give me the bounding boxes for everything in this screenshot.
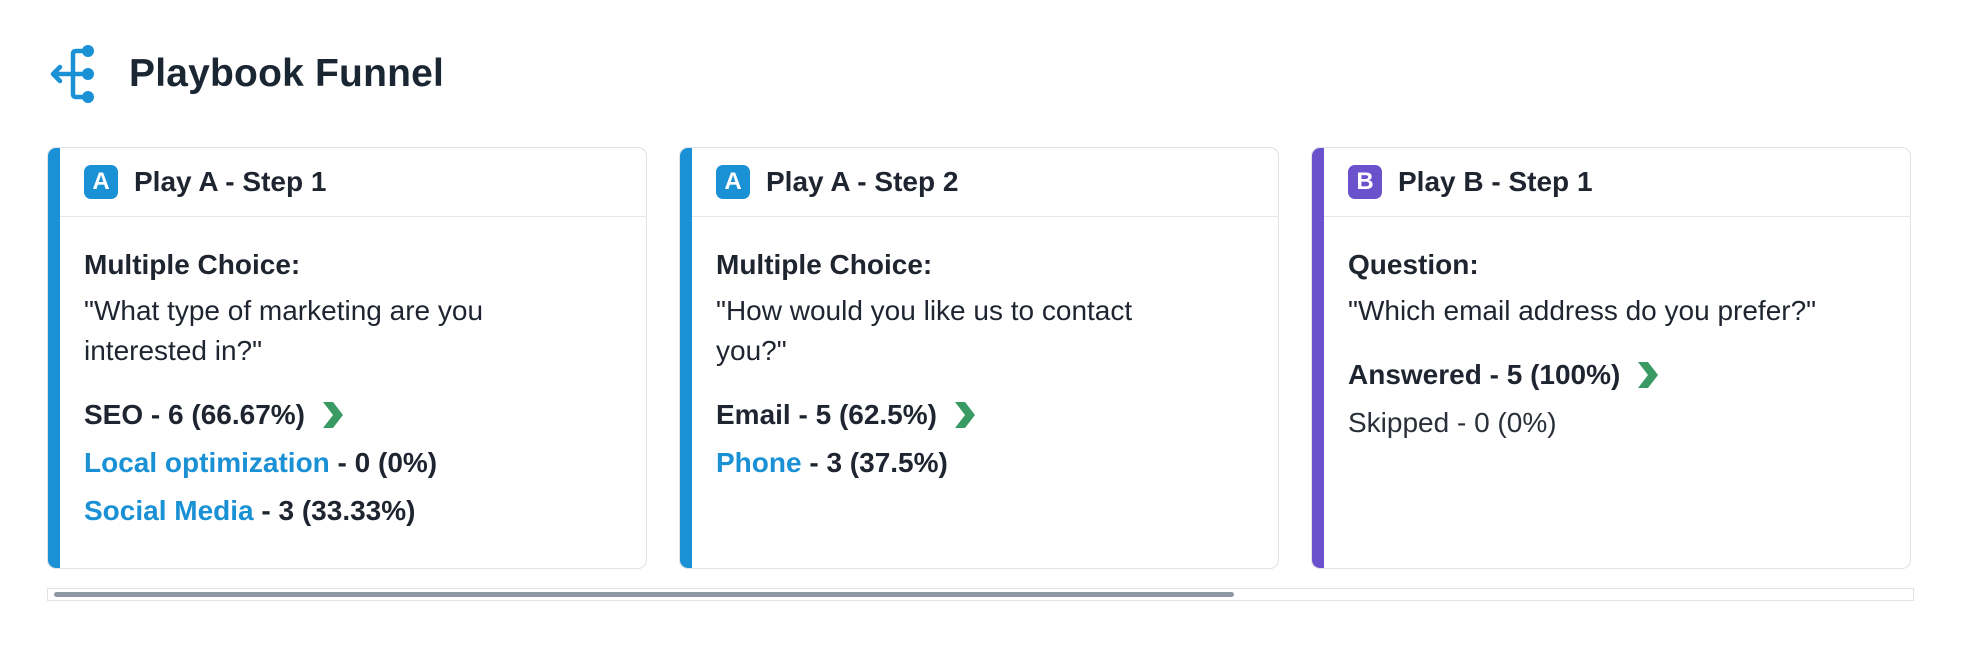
question-text: "What type of marketing are you interest… — [84, 295, 484, 366]
funnel-steps: A Play A - Step 1 Multiple Choice: "What ty… — [47, 147, 1911, 569]
card-header: A Play A - Step 1 — [60, 148, 646, 217]
playbook-funnel-page: Playbook Funnel A Play A - Step 1 Multiple… — [0, 0, 1961, 648]
answer-option-link[interactable]: Phone — [716, 443, 802, 483]
card-title: Play A - Step 2 — [766, 166, 959, 197]
answer-row: Social Media - 3 (33.33%) — [84, 487, 622, 535]
scrollbar-thumb[interactable] — [54, 592, 1234, 597]
question-text: "Which email address do you prefer?" — [1348, 295, 1817, 326]
answer-row: Email - 5 (62.5%) — [716, 391, 1254, 439]
answer-stat: - 5 (100%) — [1481, 359, 1621, 390]
card-accent-bar — [680, 148, 692, 568]
answer-stat: - 0 (0%) — [1449, 407, 1557, 438]
answer-option-label: Email — [716, 399, 791, 430]
answer-row: Phone - 3 (37.5%) — [716, 439, 1254, 487]
answer-row: SEO - 6 (66.67%) — [84, 391, 622, 439]
card-body: Multiple Choice: "What type of marketing … — [48, 217, 646, 535]
chevron-right-icon — [1638, 362, 1659, 388]
answer-row: Skipped - 0 (0%) — [1348, 399, 1886, 447]
card-accent-bar — [1312, 148, 1324, 568]
question-type: Multiple Choice: — [716, 249, 933, 280]
answer-option-label: Answered — [1348, 359, 1482, 390]
answer-list: Email - 5 (62.5%) Phone - 3 (37.5%) — [716, 391, 1254, 487]
play-badge: A — [716, 165, 750, 199]
question-type: Question: — [1348, 249, 1479, 280]
page-header: Playbook Funnel — [48, 44, 444, 104]
page-title: Playbook Funnel — [129, 52, 445, 95]
answer-stat: - 0 (0%) — [329, 447, 438, 478]
answer-list: SEO - 6 (66.67%) Local optimization - 0 (… — [84, 391, 622, 535]
card-accent-bar — [48, 148, 60, 568]
chevron-right-icon — [954, 402, 975, 428]
step-card: A Play A - Step 1 Multiple Choice: "What ty… — [47, 147, 647, 569]
card-body: Multiple Choice: "How would you like us t… — [680, 217, 1278, 487]
answer-option-link[interactable]: Social Media — [84, 491, 254, 531]
answer-list: Answered - 5 (100%) Skipped - 0 (0%) — [1348, 351, 1886, 447]
answer-stat: - 3 (37.5%) — [801, 447, 948, 478]
answer-option-link[interactable]: Local optimization — [84, 443, 330, 483]
answer-stat: - 6 (66.67%) — [143, 399, 305, 430]
question-type: Multiple Choice: — [84, 249, 301, 280]
chevron-right-icon — [323, 402, 343, 428]
answer-stat: - 5 (62.5%) — [790, 399, 937, 430]
funnel-flow-icon — [50, 45, 94, 103]
answer-option-label: SEO — [84, 399, 144, 430]
step-card: A Play A - Step 2 Multiple Choice: "How wou… — [679, 147, 1279, 569]
horizontal-scrollbar[interactable] — [47, 588, 1914, 601]
answer-row: Answered - 5 (100%) — [1348, 351, 1886, 399]
answer-stat: - 3 (33.33%) — [253, 495, 416, 526]
answer-row: Local optimization - 0 (0%) — [84, 439, 622, 487]
answer-option-label: Skipped — [1348, 407, 1450, 438]
card-title: Play B - Step 1 — [1398, 166, 1593, 197]
card-body: Question: "Which email address do you pre… — [1312, 217, 1910, 447]
play-badge: A — [84, 165, 118, 199]
card-header: A Play A - Step 2 — [692, 148, 1278, 217]
play-badge: B — [1348, 165, 1382, 199]
step-card: B Play B - Step 1 Question: "Which email ad… — [1311, 147, 1911, 569]
question-text: "How would you like us to contact you?" — [716, 295, 1133, 366]
card-title: Play A - Step 1 — [134, 166, 327, 197]
card-header: B Play B - Step 1 — [1324, 148, 1910, 217]
